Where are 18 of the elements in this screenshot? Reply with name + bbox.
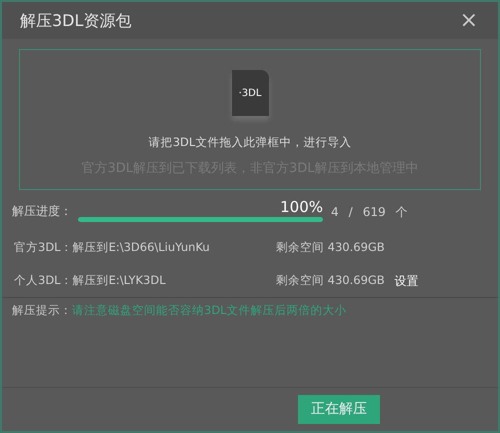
count-separator: / [348, 204, 353, 221]
settings-link[interactable]: 设置 [394, 272, 419, 290]
progress-percent: 100% [280, 197, 323, 218]
close-button[interactable]: × [460, 10, 478, 32]
window-title: 解压3DL资源包 [20, 10, 132, 32]
destination-path: 个人3DL：解压到E:\LYK3DL [14, 272, 167, 290]
file-icon-label: ·3DL [238, 86, 262, 100]
drop-instruction: 请把3DL文件拖入此弹框中，进行导入 [148, 134, 352, 151]
free-space: 剩余空间 430.69GB [276, 272, 385, 290]
progress-count: 4 [331, 204, 339, 221]
free-space: 剩余空间 430.69GB [276, 239, 385, 256]
progress-total: 619 [362, 204, 386, 221]
extract-button[interactable]: 正在解压 [298, 395, 380, 424]
count-unit: 个 [396, 204, 408, 221]
hint-label: 解压提示： [12, 302, 72, 319]
progress-label: 解压进度： [12, 203, 72, 220]
destination-path: 官方3DL：解压到E:\3D66\LiuYunKu [14, 239, 211, 256]
hint-text: 请注意磁盘空间能否容纳3DL文件解压后两倍的大小 [72, 302, 347, 319]
